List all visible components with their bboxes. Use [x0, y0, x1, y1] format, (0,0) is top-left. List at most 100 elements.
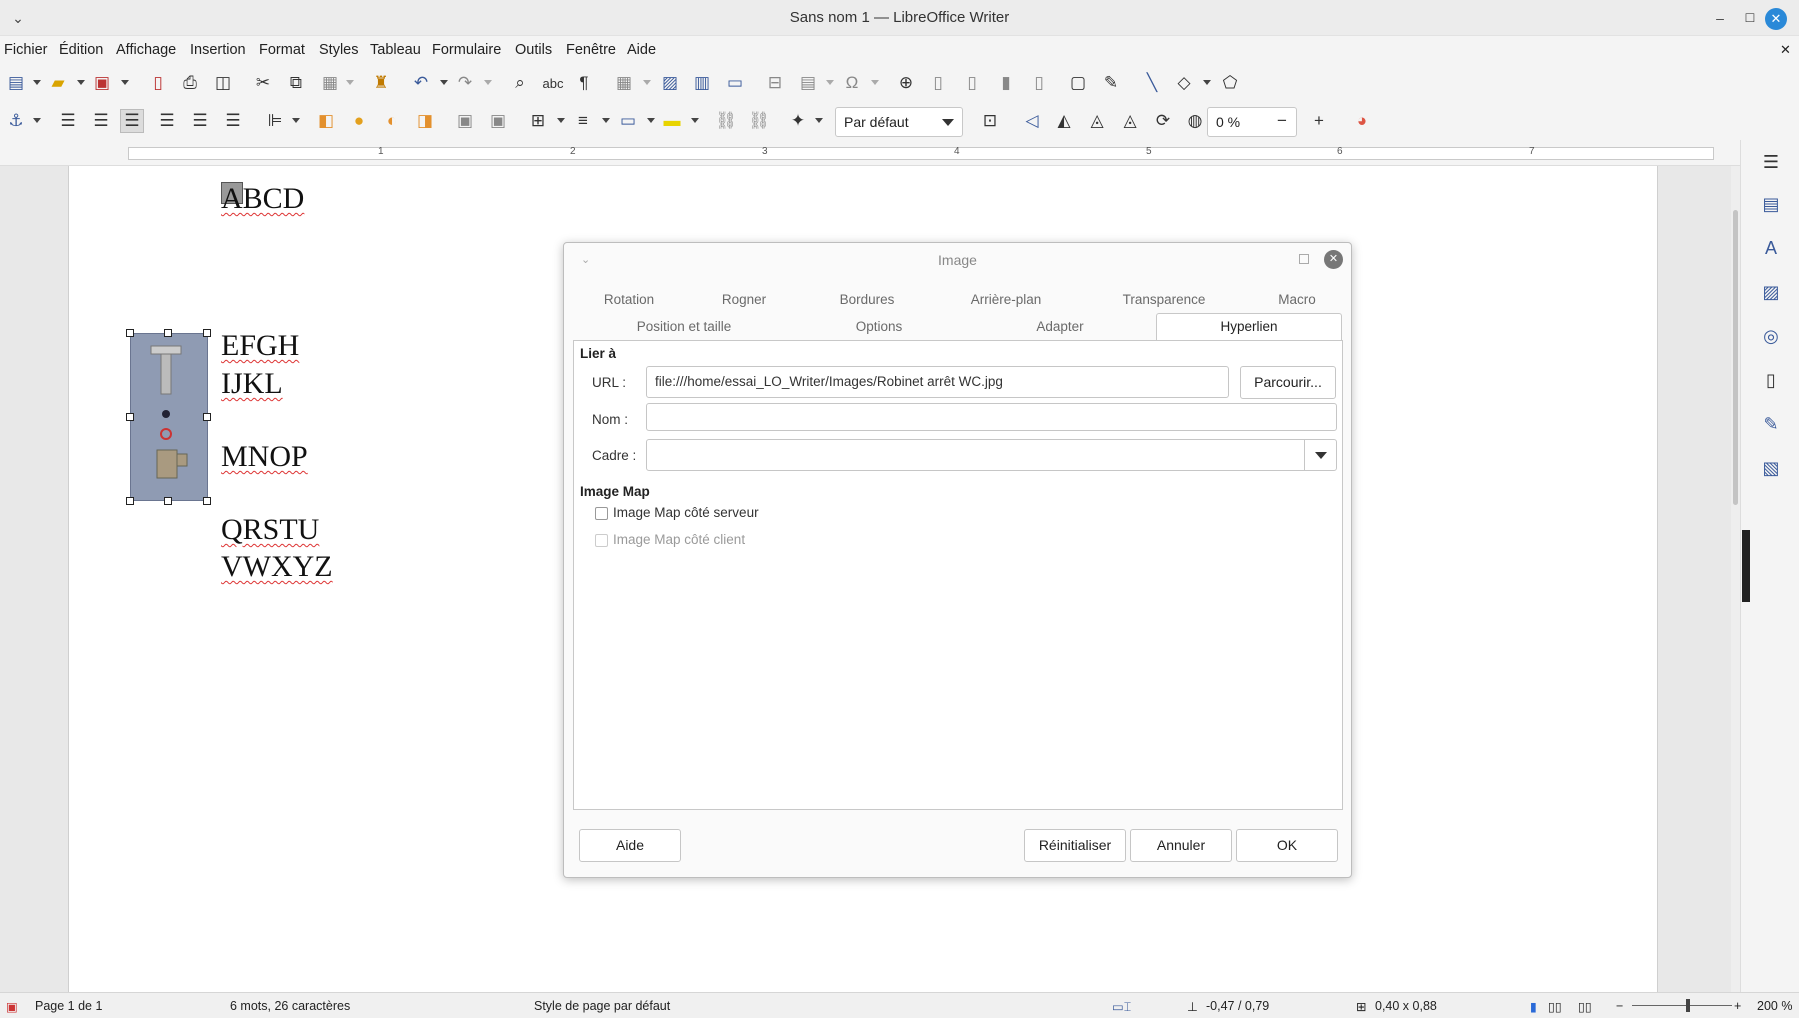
- single-page-view-icon[interactable]: ▮: [1530, 999, 1537, 1014]
- word-count[interactable]: 6 mots, 26 caractères: [230, 999, 350, 1013]
- basic-shapes-icon[interactable]: ◇: [1172, 71, 1196, 95]
- menu-fenetre[interactable]: Fenêtre: [566, 42, 616, 58]
- clone-formatting-icon[interactable]: ♜: [369, 71, 393, 95]
- send-backward-icon[interactable]: ◐: [380, 109, 404, 133]
- cancel-button[interactable]: Annuler: [1130, 829, 1232, 862]
- zoom-slider-thumb[interactable]: [1686, 999, 1690, 1012]
- link-frames-icon[interactable]: ⛓: [714, 109, 738, 133]
- rotate-right-icon[interactable]: ◬: [1118, 109, 1142, 133]
- insert-field-icon[interactable]: ▤: [796, 71, 820, 95]
- tab-bordures[interactable]: Bordures: [832, 287, 902, 313]
- navigator-icon[interactable]: ◎: [1759, 326, 1783, 350]
- track-changes-icon[interactable]: ✎: [1099, 71, 1123, 95]
- rotate-left-icon[interactable]: ◬: [1085, 109, 1109, 133]
- flip-vertical-icon[interactable]: ◁: [1020, 109, 1044, 133]
- align-objects-icon[interactable]: ⊫: [263, 109, 287, 133]
- insert-line-icon[interactable]: ╲: [1140, 71, 1164, 95]
- to-background-icon[interactable]: ▣: [486, 109, 510, 133]
- frame-dropdown-icon[interactable]: [1304, 440, 1336, 470]
- sidebar-splitter[interactable]: [1742, 530, 1750, 602]
- resize-handle[interactable]: [203, 497, 211, 505]
- menu-styles[interactable]: Styles: [319, 42, 359, 58]
- new-document-icon[interactable]: ▤: [4, 71, 28, 95]
- close-window-icon[interactable]: ✕: [1765, 8, 1787, 30]
- cross-reference-icon[interactable]: ▯: [1027, 71, 1051, 95]
- multi-page-view-icon[interactable]: ▯▯: [1548, 999, 1562, 1014]
- footnote-icon[interactable]: ▯: [926, 71, 950, 95]
- wrap-through-icon[interactable]: ☰: [221, 109, 245, 133]
- wrap-page-icon[interactable]: ☰: [89, 109, 113, 133]
- image-filter-icon[interactable]: ✦: [786, 109, 810, 133]
- bring-to-front-icon[interactable]: ◧: [314, 109, 338, 133]
- wrap-right-icon[interactable]: ☰: [188, 109, 212, 133]
- menu-outils[interactable]: Outils: [515, 42, 552, 58]
- document-modified-icon[interactable]: ▣: [6, 999, 18, 1014]
- styles-icon[interactable]: A: [1759, 238, 1783, 262]
- style-inspector-icon[interactable]: ✎: [1759, 414, 1783, 438]
- properties-icon[interactable]: ▤: [1759, 194, 1783, 218]
- transparency-icon[interactable]: ◍: [1183, 109, 1207, 133]
- menu-edition[interactable]: Édition: [59, 42, 103, 58]
- formatting-marks-icon[interactable]: ¶: [572, 71, 596, 95]
- bookmark-icon[interactable]: ▮: [994, 71, 1018, 95]
- print-preview-icon[interactable]: ◫: [211, 71, 235, 95]
- find-replace-icon[interactable]: ⌕: [508, 71, 532, 95]
- frame-select[interactable]: [646, 439, 1337, 471]
- comment-icon[interactable]: ▢: [1066, 71, 1090, 95]
- dialog-close-icon[interactable]: ✕: [1324, 250, 1343, 269]
- insert-chart-icon[interactable]: ▥: [690, 71, 714, 95]
- server-map-checkbox[interactable]: [595, 507, 608, 520]
- open-folder-icon[interactable]: ▰: [46, 71, 70, 95]
- book-view-icon[interactable]: ▯▯: [1578, 999, 1592, 1014]
- tab-rogner[interactable]: Rogner: [714, 287, 774, 313]
- doc-line[interactable]: VWXYZ: [221, 550, 333, 584]
- insert-image-icon[interactable]: ▨: [658, 71, 682, 95]
- doc-line[interactable]: QRSTU: [221, 513, 319, 547]
- endnote-icon[interactable]: ▯: [960, 71, 984, 95]
- copy-icon[interactable]: ⧉: [284, 71, 308, 95]
- menu-insertion[interactable]: Insertion: [190, 42, 246, 58]
- undo-icon[interactable]: ↶: [409, 71, 433, 95]
- border-color-icon[interactable]: ▭: [616, 109, 640, 133]
- wrap-left-icon[interactable]: ☰: [155, 109, 179, 133]
- browse-button[interactable]: Parcourir...: [1240, 366, 1336, 399]
- tab-position-taille[interactable]: Position et taille: [629, 314, 739, 340]
- dialog-maximize-icon[interactable]: [1299, 254, 1309, 264]
- export-pdf-icon[interactable]: ▯: [146, 71, 170, 95]
- border-style-icon[interactable]: ≡: [571, 109, 595, 133]
- help-button[interactable]: Aide: [579, 829, 681, 862]
- doc-line[interactable]: ABCD: [221, 182, 304, 216]
- page-icon[interactable]: ▯: [1759, 370, 1783, 394]
- bring-forward-icon[interactable]: ●: [347, 109, 371, 133]
- anchor-icon[interactable]: ⚓: [4, 109, 28, 133]
- send-to-back-icon[interactable]: ◨: [413, 109, 437, 133]
- insert-textbox-icon[interactable]: ▭: [723, 71, 747, 95]
- menu-aide[interactable]: Aide: [627, 42, 656, 58]
- page-style[interactable]: Style de page par défaut: [534, 999, 670, 1013]
- page-count[interactable]: Page 1 de 1: [35, 999, 102, 1013]
- image-mode-select[interactable]: Par défaut: [835, 107, 963, 137]
- tab-hyperlien[interactable]: Hyperlien: [1156, 313, 1342, 341]
- zoom-value[interactable]: 200 %: [1757, 999, 1792, 1013]
- url-field[interactable]: file:///home/essai_LO_Writer/Images/Robi…: [646, 366, 1229, 398]
- rotate-icon[interactable]: ⟳: [1151, 109, 1175, 133]
- wrap-optimal-icon[interactable]: ☰: [120, 109, 144, 133]
- cut-icon[interactable]: ✂: [251, 71, 275, 95]
- page-break-icon[interactable]: ⊟: [763, 71, 787, 95]
- resize-handle[interactable]: [203, 329, 211, 337]
- sidebar-menu-icon[interactable]: ☰: [1759, 152, 1783, 176]
- tab-arriere-plan[interactable]: Arrière-plan: [961, 287, 1051, 313]
- unlink-frames-icon[interactable]: ⛓: [747, 109, 771, 133]
- selected-image-faucet[interactable]: [130, 333, 208, 501]
- flip-horizontal-icon[interactable]: ◭: [1052, 109, 1076, 133]
- doc-line[interactable]: IJKL: [221, 367, 283, 401]
- tab-adapter[interactable]: Adapter: [1025, 314, 1095, 340]
- show-draw-functions-icon[interactable]: ⬠: [1218, 71, 1242, 95]
- resize-handle[interactable]: [164, 497, 172, 505]
- gallery-icon[interactable]: ▨: [1759, 282, 1783, 306]
- redo-icon[interactable]: ↷: [453, 71, 477, 95]
- resize-handle[interactable]: [126, 413, 134, 421]
- resize-handle[interactable]: [203, 413, 211, 421]
- menu-fichier[interactable]: Fichier: [4, 42, 48, 58]
- special-character-icon[interactable]: Ω: [840, 71, 864, 95]
